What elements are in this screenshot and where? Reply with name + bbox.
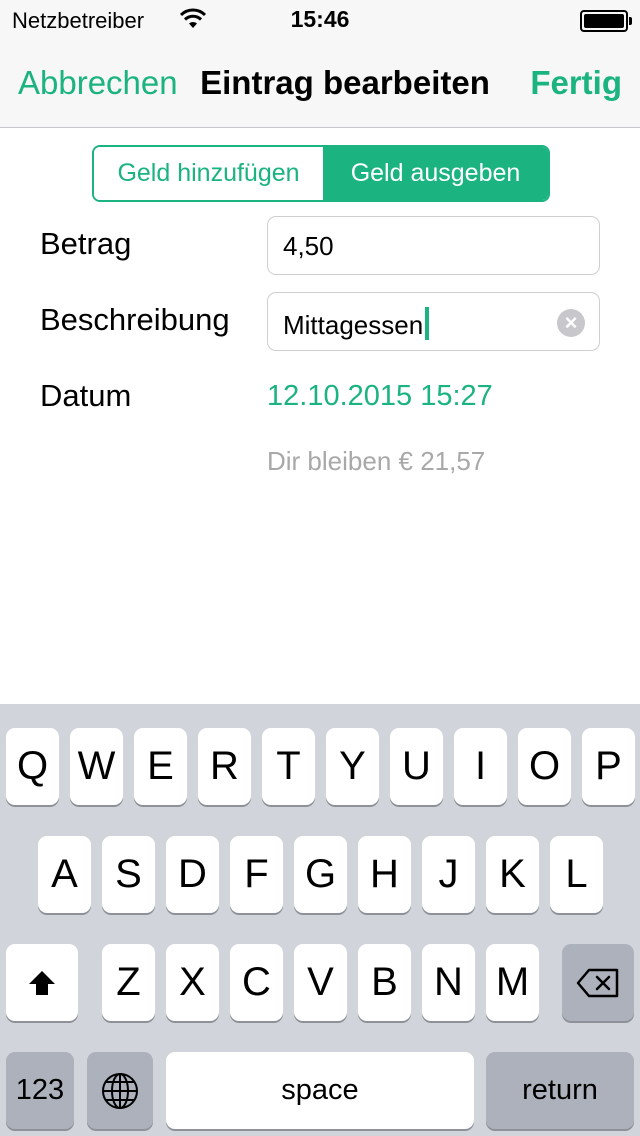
date-label: Datum bbox=[40, 378, 132, 413]
space-key[interactable]: space bbox=[166, 1052, 474, 1129]
key-q[interactable]: Q bbox=[6, 728, 59, 805]
amount-label: Betrag bbox=[40, 226, 132, 261]
segmented-control: Geld hinzufügen Geld ausgeben bbox=[92, 145, 550, 202]
key-z[interactable]: Z bbox=[102, 944, 155, 1021]
key-o[interactable]: O bbox=[518, 728, 571, 805]
description-field[interactable]: Mittagessen × bbox=[267, 292, 600, 351]
remaining-balance: Dir bleiben € 21,57 bbox=[267, 446, 486, 476]
key-k[interactable]: K bbox=[486, 836, 539, 913]
description-value: Mittagessen bbox=[283, 310, 424, 340]
key-n[interactable]: N bbox=[422, 944, 475, 1021]
numbers-key[interactable]: 123 bbox=[6, 1052, 74, 1129]
clock: 15:46 bbox=[290, 6, 350, 32]
text-cursor bbox=[425, 307, 430, 340]
key-c[interactable]: C bbox=[230, 944, 283, 1021]
navigation-bar: Abbrechen Eintrag bearbeiten Fertig bbox=[0, 40, 640, 128]
key-w[interactable]: W bbox=[70, 728, 123, 805]
key-f[interactable]: F bbox=[230, 836, 283, 913]
amount-field[interactable]: 4,50 bbox=[267, 216, 600, 275]
key-l[interactable]: L bbox=[550, 836, 603, 913]
battery-icon bbox=[580, 10, 632, 32]
key-j[interactable]: J bbox=[422, 836, 475, 913]
return-key[interactable]: return bbox=[486, 1052, 634, 1129]
key-r[interactable]: R bbox=[198, 728, 251, 805]
key-s[interactable]: S bbox=[102, 836, 155, 913]
segment-spend-money[interactable]: Geld ausgeben bbox=[323, 147, 548, 200]
key-x[interactable]: X bbox=[166, 944, 219, 1021]
keyboard: Q W E R T Y U I O P A S D F G H J K L Z … bbox=[0, 704, 640, 1136]
clear-icon[interactable]: × bbox=[557, 309, 585, 337]
segment-add-money[interactable]: Geld hinzufügen bbox=[94, 147, 323, 200]
key-u[interactable]: U bbox=[390, 728, 443, 805]
key-y[interactable]: Y bbox=[326, 728, 379, 805]
key-v[interactable]: V bbox=[294, 944, 347, 1021]
key-g[interactable]: G bbox=[294, 836, 347, 913]
shift-icon bbox=[29, 970, 55, 995]
key-t[interactable]: T bbox=[262, 728, 315, 805]
globe-icon bbox=[102, 1072, 138, 1109]
done-button[interactable]: Fertig bbox=[530, 64, 622, 102]
key-p[interactable]: P bbox=[582, 728, 635, 805]
description-label: Beschreibung bbox=[40, 302, 230, 337]
globe-key[interactable] bbox=[87, 1052, 153, 1129]
backspace-key[interactable] bbox=[562, 944, 634, 1021]
status-bar: Netzbetreiber 15:46 bbox=[0, 0, 640, 40]
key-i[interactable]: I bbox=[454, 728, 507, 805]
key-h[interactable]: H bbox=[358, 836, 411, 913]
amount-value: 4,50 bbox=[283, 231, 334, 261]
description-input-text: Mittagessen bbox=[283, 307, 430, 341]
shift-key[interactable] bbox=[6, 944, 78, 1021]
key-e[interactable]: E bbox=[134, 728, 187, 805]
date-picker-value[interactable]: 12.10.2015 15:27 bbox=[267, 380, 493, 413]
key-b[interactable]: B bbox=[358, 944, 411, 1021]
key-m[interactable]: M bbox=[486, 944, 539, 1021]
key-d[interactable]: D bbox=[166, 836, 219, 913]
backspace-icon bbox=[576, 968, 619, 997]
key-a[interactable]: A bbox=[38, 836, 91, 913]
